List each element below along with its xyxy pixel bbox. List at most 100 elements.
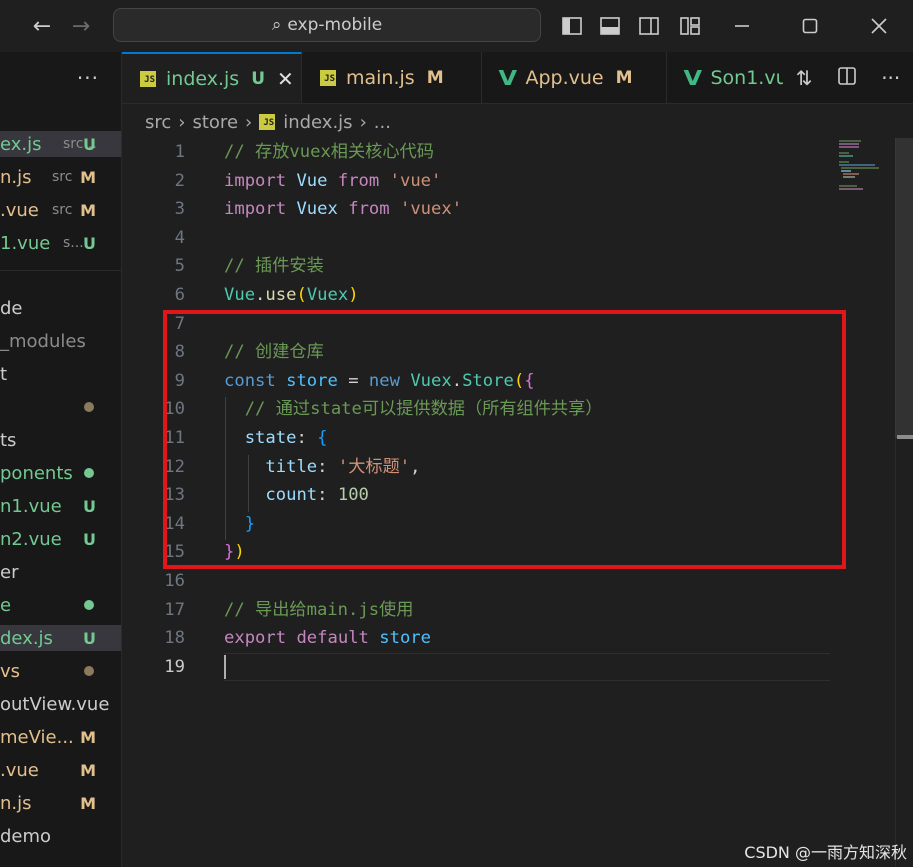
explorer-item[interactable]: dex.js U	[0, 625, 121, 651]
code-token: from	[348, 199, 390, 220]
code-token: from	[337, 170, 380, 191]
status-dot-icon	[84, 402, 94, 412]
line-number: 1	[174, 142, 185, 162]
command-center-search[interactable]: ⌕ exp-mobile	[113, 8, 541, 42]
maximize-icon[interactable]	[796, 12, 824, 40]
tab-main-js[interactable]: JS main.js M	[302, 52, 482, 103]
explorer-item[interactable]: n2.vue U	[0, 526, 121, 552]
back-arrow-icon[interactable]: ←	[28, 12, 56, 40]
chevron-right-icon: ›	[245, 111, 253, 133]
code-line[interactable]: 5 // 插件安装	[122, 252, 842, 281]
customize-layout-icon[interactable]	[676, 12, 704, 40]
explorer-item[interactable]: n.js src M	[0, 164, 121, 190]
compare-changes-icon[interactable]: ⇅	[796, 66, 813, 90]
toggle-primary-sidebar-icon[interactable]	[558, 12, 586, 40]
git-status-badge: M	[615, 68, 633, 88]
explorer-item[interactable]: ts	[0, 427, 121, 453]
explorer-item[interactable]: 1.vue s... U	[0, 230, 121, 256]
breadcrumb-item-file[interactable]: index.js	[283, 112, 352, 133]
explorer-item[interactable]: _modules	[0, 328, 121, 354]
minimize-icon[interactable]	[728, 12, 756, 40]
code-token: Vue	[296, 170, 328, 191]
code-line[interactable]: 1 // 存放vuex相关核心代码	[122, 138, 842, 167]
tab-index-js[interactable]: JS index.js U ✕	[122, 52, 302, 103]
split-editor-icon[interactable]	[838, 66, 856, 90]
code-text: Vue.use(Vuex)	[224, 281, 359, 310]
breadcrumb-item-symbols[interactable]: ...	[374, 112, 391, 133]
code-token: default	[296, 628, 369, 649]
tab-label: Son1.vu	[710, 67, 788, 89]
explorer-item[interactable]: n.js M	[0, 790, 121, 816]
line-number: 18	[164, 628, 185, 649]
code-token: (	[296, 285, 307, 305]
explorer-item[interactable]: .vue M	[0, 757, 121, 783]
chevron-right-icon: ›	[359, 111, 367, 133]
code-line[interactable]: 4	[122, 224, 842, 253]
git-status-badge: U	[83, 628, 96, 648]
status-dot-icon	[84, 666, 94, 676]
toggle-secondary-sidebar-icon[interactable]	[635, 12, 663, 40]
breadcrumb-item-store[interactable]: store	[192, 112, 238, 133]
vue-icon: V	[498, 66, 518, 90]
scrollbar-thumb[interactable]	[895, 138, 913, 438]
explorer-item[interactable]: e	[0, 592, 121, 618]
tab-label: App.vue	[525, 67, 604, 89]
code-token: Vuex	[306, 285, 349, 305]
code-token: import	[224, 199, 287, 220]
explorer-item[interactable]: vs	[0, 658, 121, 684]
explorer-item-label: 1.vue	[0, 232, 51, 254]
git-status-badge: M	[80, 727, 96, 747]
explorer-item[interactable]: meVie... M	[0, 724, 121, 750]
explorer-item[interactable]: t	[0, 361, 121, 387]
explorer-item[interactable]: n1.vue U	[0, 493, 121, 519]
git-status-badge: U	[251, 69, 266, 89]
breadcrumb-item-src[interactable]: src	[145, 112, 171, 133]
code-token: store	[379, 628, 431, 649]
explorer-item[interactable]: outView.vue	[0, 691, 121, 717]
code-text: import Vue from 'vue'	[224, 167, 441, 196]
code-line[interactable]: 3 import Vuex from 'vuex'	[122, 195, 842, 224]
line-number: 16	[164, 571, 185, 591]
code-line[interactable]: 2 import Vue from 'vue'	[122, 167, 842, 196]
explorer-item[interactable]: de	[0, 295, 121, 321]
more-actions-icon[interactable]: ···	[77, 66, 99, 90]
code-line[interactable]: 19	[122, 653, 842, 682]
close-tab-icon[interactable]: ✕	[277, 67, 294, 91]
editor-actions: ⇅ ···	[783, 52, 913, 103]
code-token: .	[255, 285, 266, 305]
explorer-sidebar: ··· ex.js src... U n.js src M .vue src M 1.vue s..…	[0, 52, 122, 867]
explorer-item-label: n2.vue	[0, 528, 62, 550]
breadcrumb: src › store › JS index.js › ...	[145, 108, 391, 136]
code-line[interactable]: 17 // 导出给main.js使用	[122, 596, 842, 625]
watermark: CSDN @一雨方知深秋	[744, 843, 907, 862]
editor-tab-bar: JS index.js U ✕ JS main.js M V App.vue M V Son1.vu …	[122, 52, 913, 104]
tab-app-vue[interactable]: V App.vue M	[482, 52, 667, 103]
close-window-icon[interactable]	[865, 12, 893, 40]
explorer-item[interactable]: er	[0, 559, 121, 585]
minimap[interactable]	[835, 138, 895, 198]
toggle-panel-icon[interactable]	[596, 12, 624, 40]
status-dot-icon	[84, 600, 94, 610]
explorer-item[interactable]: ponents	[0, 460, 121, 486]
line-number: 6	[174, 285, 185, 305]
explorer-item[interactable]: demo	[0, 823, 121, 849]
explorer-item[interactable]: .vue src M	[0, 197, 121, 223]
explorer-item[interactable]	[0, 394, 121, 420]
explorer-item-label: .vue	[0, 199, 39, 221]
git-status-badge: M	[80, 167, 96, 187]
code-line[interactable]: 16	[122, 567, 842, 596]
code-token: // 导出给main.js使用	[224, 599, 414, 620]
code-line[interactable]: 18 export default store	[122, 624, 842, 653]
js-file-icon: JS	[259, 114, 276, 130]
explorer-item-label: n.js	[0, 166, 32, 188]
explorer-item-label: n1.vue	[0, 495, 62, 517]
explorer-item[interactable]: ex.js src... U	[0, 131, 121, 157]
code-line[interactable]: 6 Vue.use(Vuex)	[122, 281, 842, 310]
more-actions-icon[interactable]: ···	[881, 66, 900, 90]
code-token: // 插件安装	[224, 256, 324, 277]
forward-arrow-icon[interactable]: →	[67, 12, 95, 40]
